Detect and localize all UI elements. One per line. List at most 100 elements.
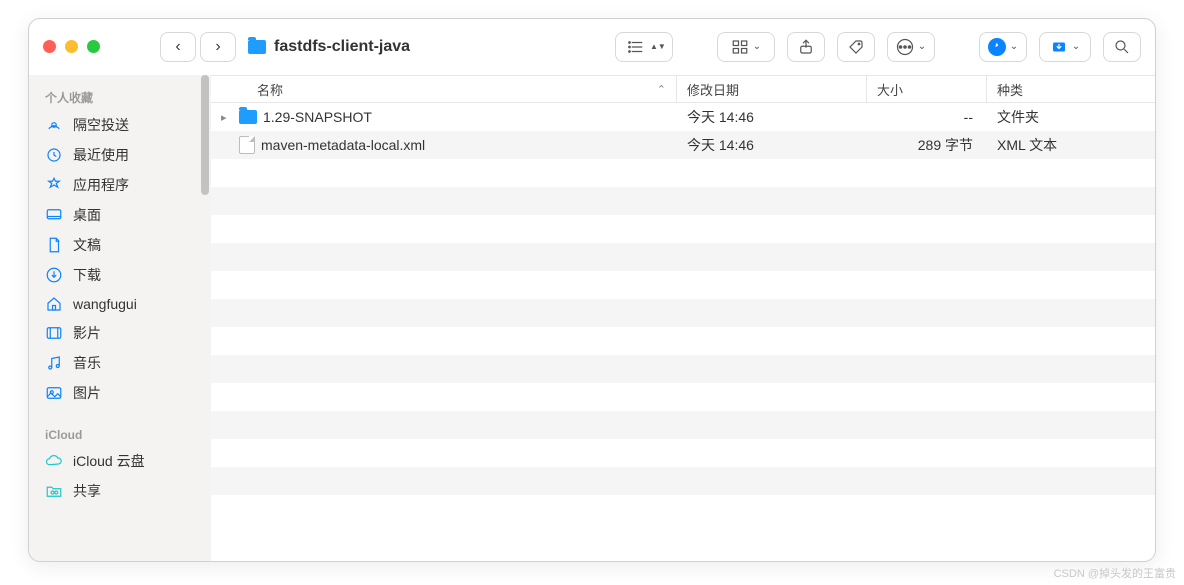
forward-button[interactable]: › xyxy=(200,32,236,62)
sidebar-item-label: 下载 xyxy=(73,265,101,285)
nav-buttons: ‹ › xyxy=(160,32,236,62)
empty-row xyxy=(211,271,1155,299)
search-button[interactable] xyxy=(1103,32,1141,62)
view-mode-button[interactable]: ▲▼ xyxy=(615,32,673,62)
sidebar-item-label: 隔空投送 xyxy=(73,115,129,135)
sidebar-item-label: 图片 xyxy=(73,383,101,403)
sidebar-item-music[interactable]: 音乐 xyxy=(29,348,211,378)
sidebar-item-applications[interactable]: 应用程序 xyxy=(29,170,211,200)
group-button[interactable]: ⌄ xyxy=(717,32,775,62)
chevron-down-icon: ⌄ xyxy=(918,41,926,52)
share-icon xyxy=(797,38,815,56)
table-row[interactable]: maven-metadata-local.xml今天 14:46289 字节XM… xyxy=(211,131,1155,159)
sidebar-item-desktop[interactable]: 桌面 xyxy=(29,200,211,230)
file-date: 今天 14:46 xyxy=(677,103,867,131)
scrollbar-thumb[interactable] xyxy=(201,75,209,195)
grid-icon xyxy=(731,38,749,56)
file-kind: 文件夹 xyxy=(987,103,1155,131)
toolbar: ‹ › fastdfs-client-java ▲▼ ⌄ xyxy=(29,19,1155,75)
sidebar-item-shared[interactable]: 共享 xyxy=(29,476,211,506)
empty-row xyxy=(211,439,1155,467)
empty-row xyxy=(211,411,1155,439)
pictures-icon xyxy=(45,384,63,402)
tags-button[interactable] xyxy=(837,32,875,62)
share-button[interactable] xyxy=(787,32,825,62)
sidebar-item-label: 最近使用 xyxy=(73,145,129,165)
file-name: 1.29-SNAPSHOT xyxy=(263,109,372,125)
sidebar-item-airdrop[interactable]: 隔空投送 xyxy=(29,110,211,140)
sidebar-item-icloud-drive[interactable]: iCloud 云盘 xyxy=(29,446,211,476)
file-icon xyxy=(239,136,255,154)
empty-row xyxy=(211,187,1155,215)
empty-row xyxy=(211,299,1155,327)
sidebar-item-documents[interactable]: 文稿 xyxy=(29,230,211,260)
empty-row xyxy=(211,327,1155,355)
sidebar-item-home[interactable]: wangfugui xyxy=(29,290,211,318)
sidebar-item-label: 音乐 xyxy=(73,353,101,373)
file-date: 今天 14:46 xyxy=(677,131,867,159)
list-icon xyxy=(628,38,646,56)
minimize-button[interactable] xyxy=(65,40,78,53)
sidebar: 个人收藏 隔空投送 最近使用 应用程序 桌面 文稿 下载 wangfugui 影… xyxy=(29,75,211,561)
sync-button[interactable]: ⌄ xyxy=(979,32,1027,62)
empty-row xyxy=(211,383,1155,411)
compass-icon xyxy=(992,42,1002,52)
search-icon xyxy=(1113,38,1131,56)
download-tray-icon xyxy=(1050,38,1068,56)
updown-icon: ▲▼ xyxy=(650,44,660,50)
sidebar-item-movies[interactable]: 影片 xyxy=(29,318,211,348)
watermark: CSDN @掉头发的王富贵 xyxy=(1054,565,1176,581)
folder-icon xyxy=(248,40,266,54)
sort-caret-icon: ⌃ xyxy=(657,83,666,96)
finder-window: ‹ › fastdfs-client-java ▲▼ ⌄ xyxy=(28,18,1156,562)
chevron-down-icon: ⌄ xyxy=(1072,41,1080,52)
file-size: 289 字节 xyxy=(867,131,987,159)
disclosure-triangle[interactable]: ▸ xyxy=(221,111,233,124)
sidebar-item-recents[interactable]: 最近使用 xyxy=(29,140,211,170)
sidebar-item-downloads[interactable]: 下载 xyxy=(29,260,211,290)
sidebar-scrollbar[interactable] xyxy=(199,75,211,561)
back-button[interactable]: ‹ xyxy=(160,32,196,62)
cloud-icon xyxy=(45,452,63,470)
sidebar-item-pictures[interactable]: 图片 xyxy=(29,378,211,408)
home-icon xyxy=(45,295,63,313)
shared-folder-icon xyxy=(45,482,63,500)
music-icon xyxy=(45,354,63,372)
movies-icon xyxy=(45,324,63,342)
column-header-size[interactable]: 大小 xyxy=(867,76,987,102)
sidebar-item-label: 共享 xyxy=(73,481,101,501)
applications-icon xyxy=(45,176,63,194)
window-controls xyxy=(43,40,100,53)
download-icon xyxy=(45,266,63,284)
file-name: maven-metadata-local.xml xyxy=(261,137,425,153)
table-row[interactable]: ▸ 1.29-SNAPSHOT 今天 14:46--文件夹 xyxy=(211,103,1155,131)
file-size: -- xyxy=(867,103,987,131)
downloads-button[interactable]: ⌄ xyxy=(1039,32,1091,62)
empty-row xyxy=(211,355,1155,383)
file-rows: ▸ 1.29-SNAPSHOT 今天 14:46--文件夹 maven-metadat… xyxy=(211,103,1155,561)
empty-row xyxy=(211,215,1155,243)
column-headers: 名称⌃ 修改日期 大小 种类 xyxy=(211,75,1155,103)
desktop-icon xyxy=(45,206,63,224)
actions-button[interactable]: ⌄ xyxy=(887,32,935,62)
file-list-area: 名称⌃ 修改日期 大小 种类 ▸ 1.29-SNAPSHOT 今天 14:46--文… xyxy=(211,75,1155,561)
empty-row xyxy=(211,495,1155,523)
column-header-kind[interactable]: 种类 xyxy=(987,76,1155,102)
folder-icon xyxy=(239,110,257,124)
sidebar-item-label: 文稿 xyxy=(73,235,101,255)
window-title: fastdfs-client-java xyxy=(248,38,410,56)
column-header-name[interactable]: 名称⌃ xyxy=(211,76,677,102)
column-header-date[interactable]: 修改日期 xyxy=(677,76,867,102)
chevron-down-icon: ⌄ xyxy=(1010,41,1018,52)
clock-icon xyxy=(45,146,63,164)
close-button[interactable] xyxy=(43,40,56,53)
empty-row xyxy=(211,467,1155,495)
chevron-down-icon: ⌄ xyxy=(753,41,761,52)
zoom-button[interactable] xyxy=(87,40,100,53)
title-text: fastdfs-client-java xyxy=(274,38,410,56)
sidebar-item-label: 桌面 xyxy=(73,205,101,225)
sidebar-item-label: 应用程序 xyxy=(73,175,129,195)
empty-row xyxy=(211,159,1155,187)
sidebar-section-icloud: iCloud xyxy=(29,422,211,446)
document-icon xyxy=(45,236,63,254)
